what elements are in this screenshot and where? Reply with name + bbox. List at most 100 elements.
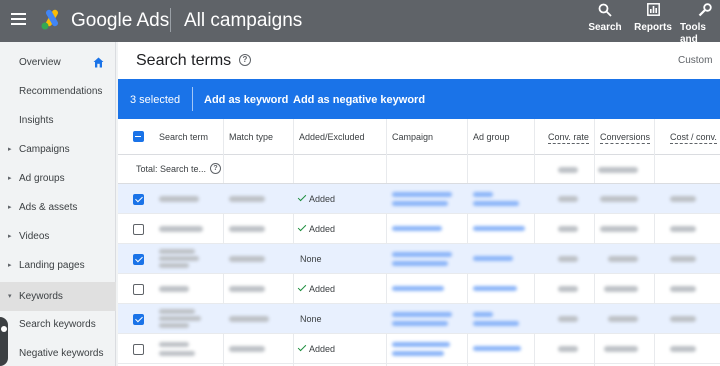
blurred-match-type	[229, 226, 265, 232]
sidebar-item-insights[interactable]: Insights	[0, 106, 116, 135]
status-text: None	[300, 314, 322, 324]
col-campaign[interactable]: Campaign	[392, 132, 433, 142]
row-checkbox[interactable]	[133, 254, 144, 265]
table-row[interactable]: Added	[118, 184, 720, 214]
blurred-search-term	[159, 256, 199, 261]
menu-icon[interactable]	[11, 13, 26, 25]
blurred-ad-group-link[interactable]	[473, 256, 513, 261]
row-checkbox[interactable]	[133, 344, 144, 355]
add-as-negative-keyword-button[interactable]: Add as negative keyword	[293, 94, 425, 106]
selection-divider	[192, 87, 193, 111]
sidebar-item-overview[interactable]: Overview	[0, 48, 116, 77]
blurred-value	[670, 196, 696, 202]
page-name: All campaigns	[184, 10, 303, 31]
table-row[interactable]: Added	[118, 214, 720, 244]
blurred-search-term	[159, 342, 189, 347]
status-text: Added	[309, 194, 336, 204]
sidebar-item-label: Insights	[19, 115, 54, 126]
col-conv-rate[interactable]: Conv. rate	[548, 132, 589, 144]
col-added-excluded[interactable]: Added/Excluded	[299, 132, 365, 142]
sidebar-item-label: Ads & assets	[19, 202, 78, 213]
blurred-match-type	[229, 256, 265, 262]
search-tool-button[interactable]: Search	[580, 3, 630, 33]
blurred-campaign-link[interactable]	[392, 286, 444, 291]
row-checkbox[interactable]	[133, 224, 144, 235]
sidebar-item-label: Search keywords	[19, 319, 96, 330]
blurred-search-term	[159, 323, 189, 328]
sidebar-item-ad-groups[interactable]: ▸ Ad groups	[0, 164, 116, 193]
blurred-search-term	[159, 226, 203, 232]
total-label: Total: Search te...	[136, 164, 207, 174]
status-cell: None	[300, 314, 322, 324]
sidebar-item-ads-assets[interactable]: ▸ Ads & assets	[0, 193, 116, 222]
row-checkbox[interactable]	[133, 194, 144, 205]
blurred-campaign-link[interactable]	[392, 226, 442, 231]
blurred-ad-group-link[interactable]	[473, 226, 525, 231]
blurred-campaign-link[interactable]	[392, 351, 444, 356]
google-ads-logo	[41, 9, 58, 30]
col-cost-per-conv[interactable]: Cost / conv.	[670, 132, 717, 144]
table-row[interactable]: Added	[118, 274, 720, 304]
blurred-campaign-link[interactable]	[392, 342, 450, 347]
blurred-ad-group-link[interactable]	[473, 321, 519, 326]
blurred-value	[670, 346, 696, 352]
col-match-type[interactable]: Match type	[229, 132, 273, 142]
expand-arrow-icon: ▸	[8, 146, 12, 153]
date-range-custom[interactable]: Custom	[678, 55, 712, 66]
help-icon[interactable]: ?	[239, 54, 251, 66]
reports-tool-button[interactable]: Reports	[628, 3, 678, 33]
collapse-arrow-icon: ▾	[8, 293, 12, 300]
blurred-campaign-link[interactable]	[392, 201, 448, 206]
sidebar-item-label: Ad groups	[19, 173, 65, 184]
row-checkbox[interactable]	[133, 314, 144, 325]
col-search-term[interactable]: Search term	[159, 132, 208, 142]
blurred-value	[670, 316, 696, 322]
blurred-search-term	[159, 286, 189, 292]
sidebar-item-campaigns[interactable]: ▸ Campaigns	[0, 135, 116, 164]
blurred-ad-group-link[interactable]	[473, 201, 519, 206]
select-all-checkbox[interactable]	[133, 131, 144, 142]
wrench-icon	[698, 3, 720, 20]
sidebar-item-label: Negative keywords	[19, 348, 104, 359]
blurred-ad-group-link[interactable]	[473, 192, 493, 197]
sidebar-item-search-keywords[interactable]: Search keywords	[0, 310, 116, 339]
add-as-keyword-button[interactable]: Add as keyword	[204, 94, 288, 106]
reports-icon	[628, 3, 678, 20]
page-title: Search terms	[136, 52, 232, 69]
table-row[interactable]: None	[118, 304, 720, 334]
total-help-icon[interactable]: ?	[210, 163, 221, 174]
blurred-ad-group-link[interactable]	[473, 312, 493, 317]
selected-count: 3 selected	[130, 94, 181, 106]
sidebar-item-recommendations[interactable]: Recommendations	[0, 77, 116, 106]
blurred-ad-group-link[interactable]	[473, 286, 517, 291]
blurred-campaign-link[interactable]	[392, 192, 452, 197]
col-conversions[interactable]: Conversions	[600, 132, 651, 144]
blurred-value	[600, 226, 638, 232]
sidebar-item-videos[interactable]: ▸ Videos	[0, 222, 116, 251]
row-checkbox[interactable]	[133, 284, 144, 295]
blurred-search-term	[159, 196, 199, 202]
check-icon	[297, 192, 307, 202]
blurred-value	[558, 346, 578, 352]
sidebar-item-label: Landing pages	[19, 260, 85, 271]
sidebar-item-keywords[interactable]: ▾ Keywords	[0, 282, 116, 311]
blurred-campaign-link[interactable]	[392, 312, 452, 317]
check-icon	[297, 282, 307, 292]
sidebar-item-landing-pages[interactable]: ▸ Landing pages	[0, 251, 116, 280]
blurred-campaign-link[interactable]	[392, 252, 452, 257]
table-header: Search term Match type Added/Excluded Ca…	[118, 119, 720, 155]
expand-arrow-icon: ▸	[8, 175, 12, 182]
blurred-campaign-link[interactable]	[392, 261, 448, 266]
table-row[interactable]: Added	[118, 334, 720, 364]
blurred-search-term	[159, 263, 189, 268]
table-row[interactable]: None	[118, 244, 720, 274]
top-app-bar: Google Ads All campaigns Search Reports …	[0, 0, 720, 57]
status-cell: Added	[297, 342, 335, 354]
blurred-value	[670, 286, 696, 292]
blurred-ad-group-link[interactable]	[473, 346, 521, 351]
sidebar-item-negative-keywords[interactable]: Negative keywords	[0, 339, 116, 366]
blurred-value	[558, 286, 578, 292]
blurred-value	[558, 316, 578, 322]
blurred-campaign-link[interactable]	[392, 321, 448, 326]
col-ad-group[interactable]: Ad group	[473, 132, 510, 142]
